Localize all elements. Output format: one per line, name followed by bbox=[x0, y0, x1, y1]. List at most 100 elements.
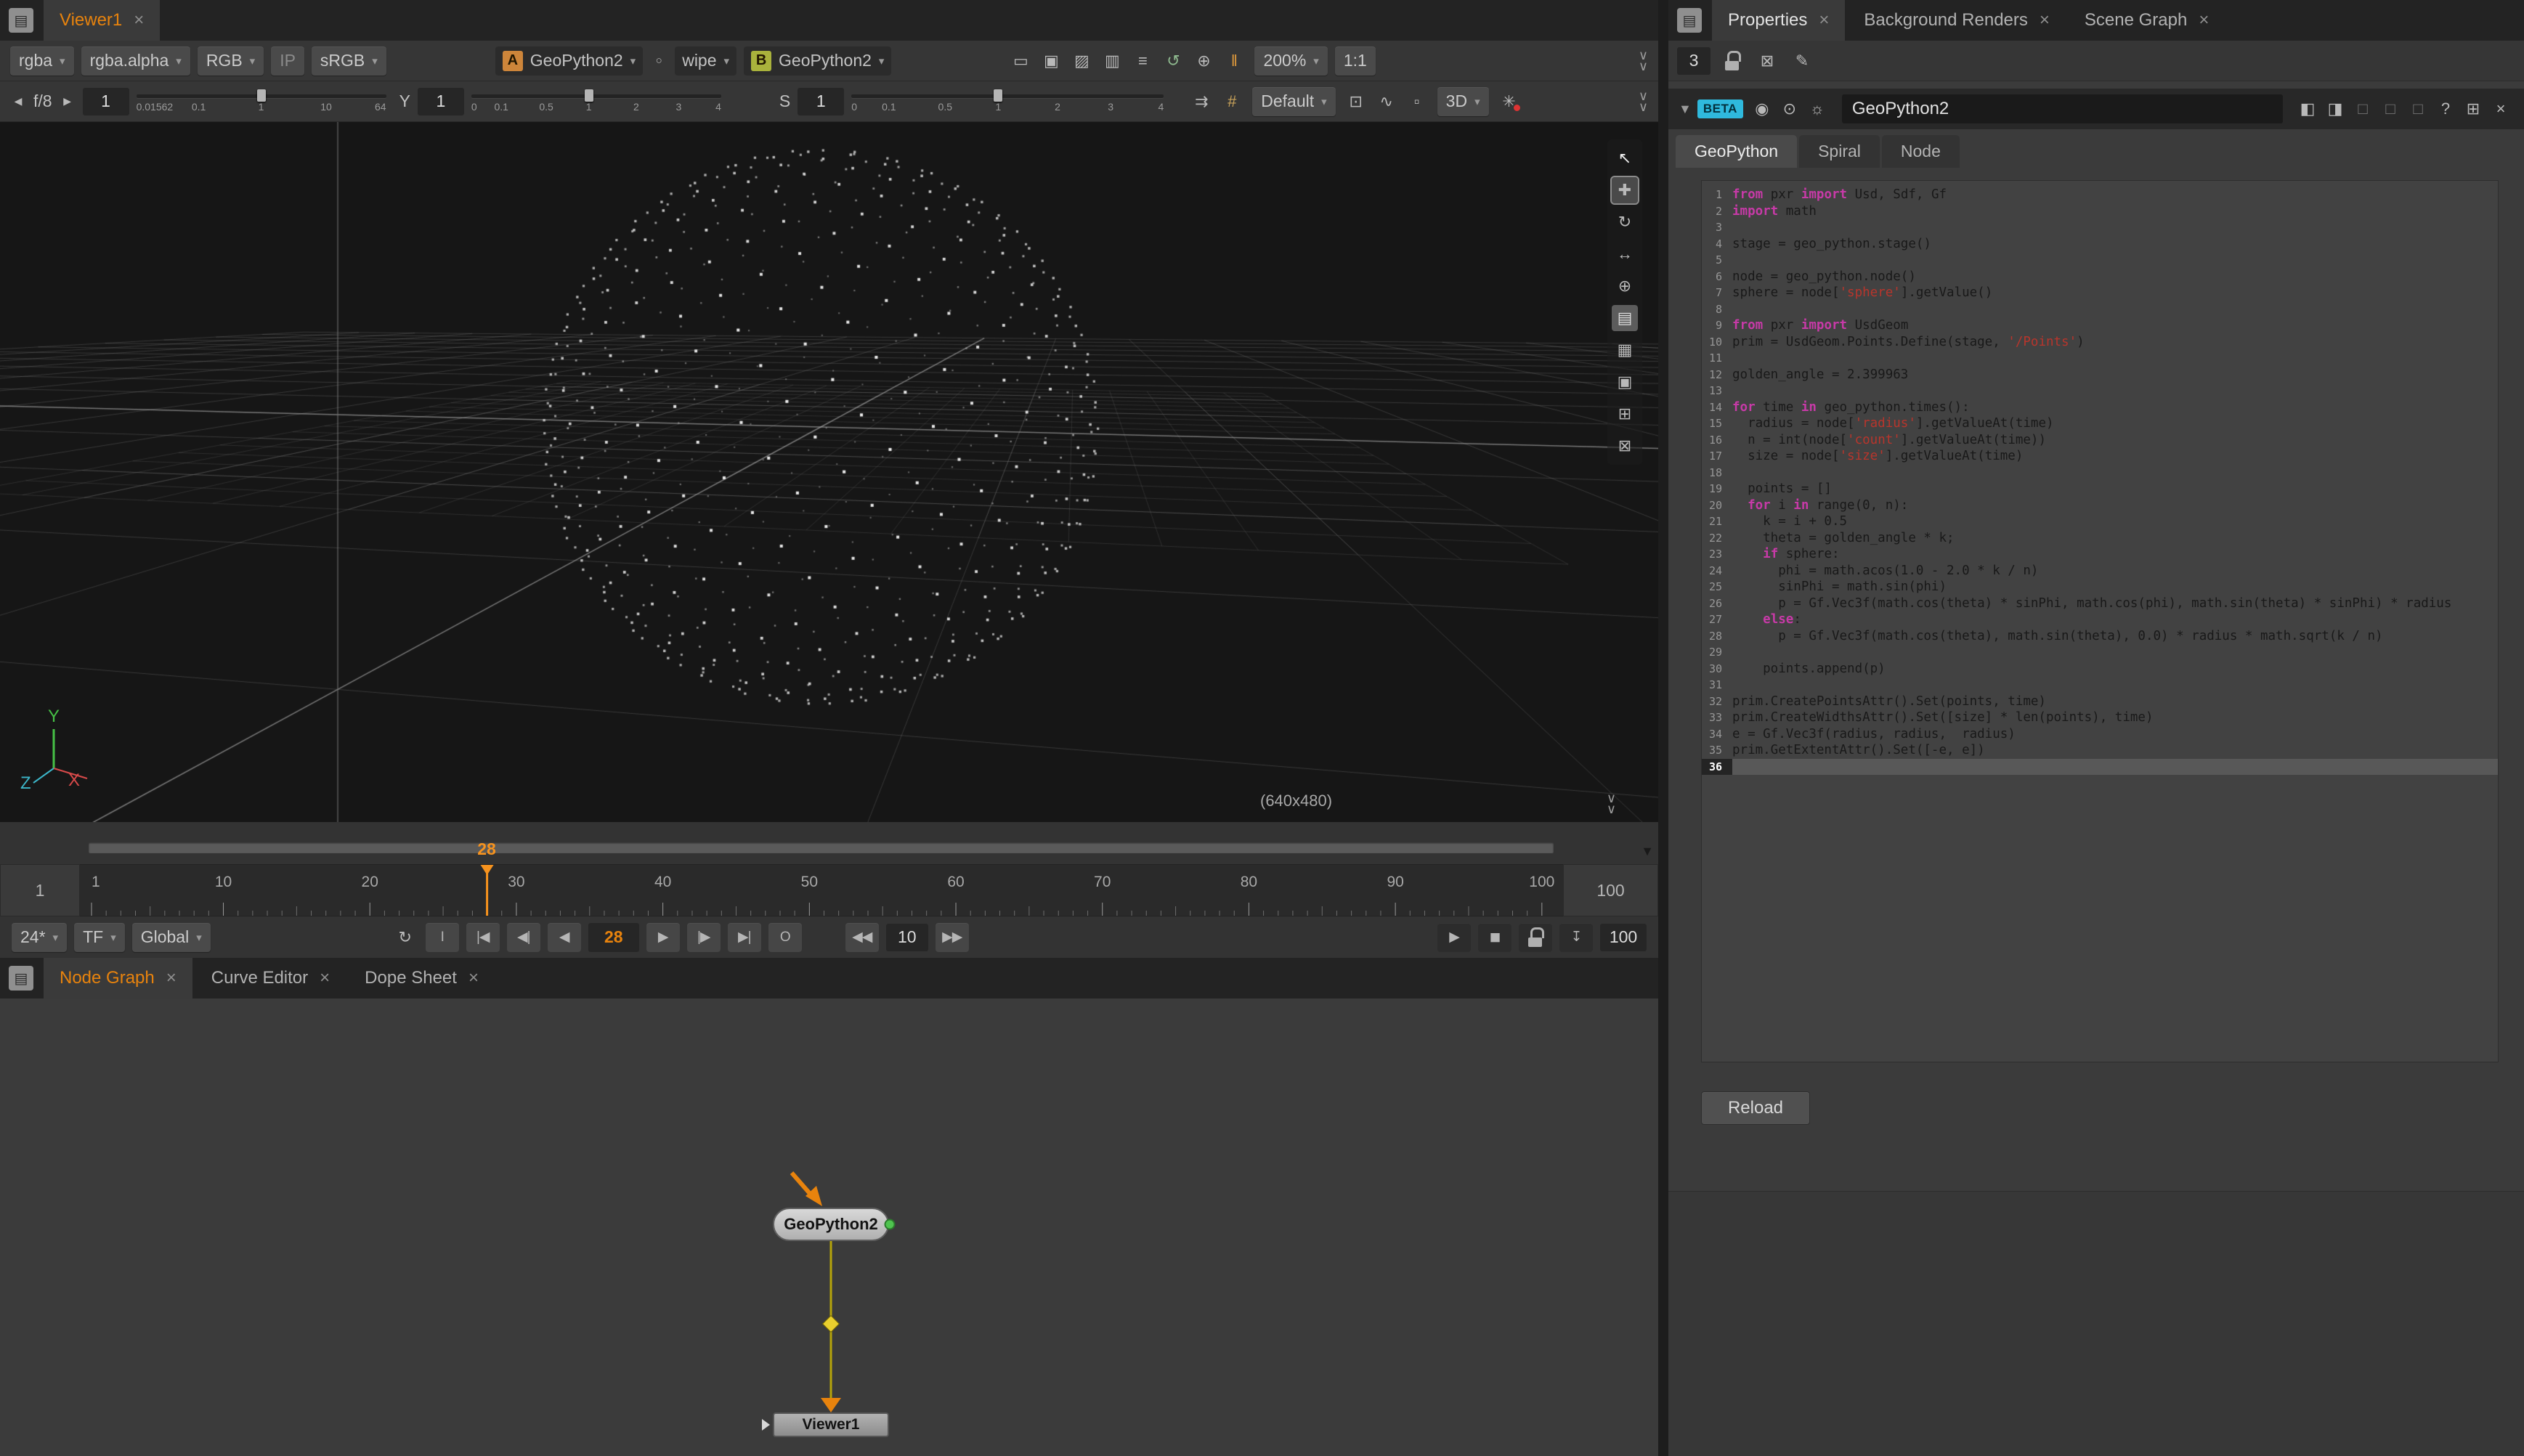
camera-icon[interactable]: ⊡ bbox=[1343, 89, 1369, 115]
save-range-button[interactable]: ↧ bbox=[1559, 923, 1593, 952]
curve-overlay-icon[interactable]: ∿ bbox=[1373, 89, 1400, 115]
viewer-lut-dropdown[interactable]: Default▾ bbox=[1252, 87, 1335, 116]
code-line[interactable]: 26 p = Gf.Vec3f(math.cos(theta) * sinPhi… bbox=[1702, 595, 2498, 612]
scanline-icon[interactable]: ≡ bbox=[1129, 48, 1156, 74]
frame-increment-field[interactable]: 10 bbox=[886, 924, 928, 951]
code-line[interactable]: 6node = geo_python.node() bbox=[1702, 269, 2498, 285]
viewer-collapse-button[interactable]: ∨∨ bbox=[1607, 793, 1616, 815]
node-name-field[interactable]: GeoPython2 bbox=[1842, 94, 2283, 123]
current-frame-field[interactable]: 28 bbox=[588, 923, 639, 952]
close-icon[interactable]: × bbox=[468, 968, 479, 988]
float-panel-icon[interactable]: ⊞ bbox=[2460, 96, 2486, 122]
link-a-icon[interactable]: ◧ bbox=[2294, 96, 2321, 122]
lock-range-button[interactable] bbox=[1519, 923, 1552, 952]
close-icon[interactable]: × bbox=[1819, 10, 1829, 30]
stereo-settings-icon[interactable]: ✳ bbox=[1496, 89, 1522, 115]
code-line[interactable]: 11 bbox=[1702, 350, 2498, 367]
timeline-ruler[interactable]: 1102030405060708090100 bbox=[80, 864, 1563, 916]
playback-loop-icon[interactable]: ↻ bbox=[392, 924, 418, 951]
reload-button[interactable]: Reload bbox=[1701, 1091, 1810, 1125]
center-node-icon[interactable]: ⊙ bbox=[1777, 96, 1803, 122]
play-backward-button[interactable]: ◀ bbox=[548, 923, 581, 952]
rotate-tool-icon[interactable]: ↻ bbox=[1612, 209, 1638, 235]
proxy-icon[interactable]: ▣ bbox=[1038, 48, 1064, 74]
gain-slider[interactable]: 0.015620.111064 bbox=[137, 86, 386, 118]
close-icon[interactable]: × bbox=[320, 968, 330, 988]
display-mode-icon[interactable]: ▤ bbox=[1612, 305, 1638, 331]
loop-mode-button[interactable]: O bbox=[768, 923, 802, 952]
code-line[interactable]: 15 radius = node['radius'].getValueAt(ti… bbox=[1702, 415, 2498, 432]
disclosure-triangle-icon[interactable]: ▼ bbox=[1679, 102, 1692, 117]
panel-menu-icon[interactable]: ▤ bbox=[9, 966, 33, 991]
code-line[interactable]: 18 bbox=[1702, 465, 2498, 481]
max-panels-field[interactable]: 3 bbox=[1677, 47, 1711, 75]
range-start-box[interactable]: 1 bbox=[0, 864, 80, 916]
clear-panels-icon[interactable]: ⊠ bbox=[1754, 48, 1780, 74]
viewer-3d-canvas[interactable] bbox=[0, 122, 1658, 822]
slider-handle[interactable] bbox=[585, 89, 593, 102]
panel-menu-icon[interactable]: ▤ bbox=[9, 8, 33, 33]
code-line[interactable]: 30 points.append(p) bbox=[1702, 661, 2498, 678]
input-process-toggle[interactable]: IP bbox=[271, 46, 304, 76]
jump-back-button[interactable]: ◀◀ bbox=[845, 923, 879, 952]
help-icon[interactable]: ? bbox=[2432, 96, 2459, 122]
wipe-mode-dropdown[interactable]: wipe▾ bbox=[675, 46, 736, 76]
timeline-playhead[interactable] bbox=[481, 865, 494, 916]
gamma-field[interactable]: 1 bbox=[418, 88, 464, 115]
code-line[interactable]: 13 bbox=[1702, 383, 2498, 399]
zoom-dropdown[interactable]: 200%▾ bbox=[1254, 46, 1327, 76]
code-line[interactable]: 1from pxr import Usd, Sdf, Gf bbox=[1702, 187, 2498, 203]
occlusion-mode-icon[interactable]: ⊠ bbox=[1612, 433, 1638, 459]
code-line[interactable]: 24 phi = math.acos(1.0 - 2.0 * k / n) bbox=[1702, 563, 2498, 579]
tab-viewer1[interactable]: Viewer1 × bbox=[44, 0, 160, 41]
goto-end-button[interactable]: ▶| bbox=[728, 923, 761, 952]
saturation-field[interactable]: 1 bbox=[798, 88, 844, 115]
roi-icon[interactable]: ⊕ bbox=[1190, 48, 1217, 74]
code-line[interactable]: 33prim.CreateWidthsAttr().Set([size] * l… bbox=[1702, 709, 2498, 726]
toolbar-collapse-button[interactable]: ∨∨ bbox=[1639, 91, 1648, 113]
code-line[interactable]: 4stage = geo_python.stage() bbox=[1702, 236, 2498, 253]
select-tool-icon[interactable]: ↖ bbox=[1612, 145, 1638, 171]
code-line[interactable]: 8 bbox=[1702, 301, 2498, 318]
toolbar-collapse-button[interactable]: ∨∨ bbox=[1639, 50, 1648, 72]
node-graph-canvas[interactable]: GeoPython2 Viewer1 bbox=[0, 999, 1658, 1456]
toggle-1-icon[interactable]: □ bbox=[2350, 96, 2376, 122]
code-line[interactable]: 23 if sphere: bbox=[1702, 546, 2498, 563]
gain-prev-icon[interactable]: ◀ bbox=[10, 89, 26, 115]
texture-mode-icon[interactable]: ⊞ bbox=[1612, 401, 1638, 427]
code-line[interactable]: 9from pxr import UsdGeom bbox=[1702, 317, 2498, 334]
wipe-center-icon[interactable]: ○ bbox=[650, 48, 667, 74]
code-line[interactable]: 16 n = int(node['count'].getValueAt(time… bbox=[1702, 432, 2498, 449]
slider-handle[interactable] bbox=[994, 89, 1002, 102]
viewer-3d-area[interactable]: (640x480) Y X Z ↖✚↻↔⊕▤▦▣⊞⊠ ∨∨ bbox=[0, 122, 1658, 822]
tab-background-renders[interactable]: Background Renders × bbox=[1848, 0, 2065, 41]
close-panel-icon[interactable]: × bbox=[2488, 96, 2514, 122]
code-line[interactable]: 25 sinPhi = math.sin(phi) bbox=[1702, 579, 2498, 595]
marquee-icon[interactable]: ▫ bbox=[1404, 89, 1430, 115]
prev-keyframe-button[interactable]: ◀| bbox=[507, 923, 540, 952]
dimension-dropdown[interactable]: 3D▾ bbox=[1437, 87, 1489, 116]
tab-node-graph[interactable]: Node Graph × bbox=[44, 958, 192, 999]
code-line[interactable]: 32prim.CreatePointsAttr().Set(points, ti… bbox=[1702, 694, 2498, 710]
code-line[interactable]: 22 theta = golden_angle * k; bbox=[1702, 530, 2498, 547]
edit-icon[interactable]: ✎ bbox=[1789, 48, 1815, 74]
tab-spiral[interactable]: Spiral bbox=[1799, 135, 1880, 168]
link-b-icon[interactable]: ◨ bbox=[2322, 96, 2348, 122]
gamma-slider[interactable]: 00.10.51234 bbox=[471, 86, 721, 118]
code-line[interactable]: 35prim.GetExtentAttr().Set([-e, e]) bbox=[1702, 742, 2498, 759]
tab-dope-sheet[interactable]: Dope Sheet × bbox=[349, 958, 495, 999]
pane-splitter[interactable] bbox=[1658, 0, 1668, 1456]
saturation-slider[interactable]: 00.10.51234 bbox=[851, 86, 1164, 118]
code-line[interactable]: 20 for i in range(0, n): bbox=[1702, 497, 2498, 514]
code-line[interactable]: 14for time in geo_python.times(): bbox=[1702, 399, 2498, 416]
channels-dropdown[interactable]: rgba▾ bbox=[10, 46, 74, 76]
guides-icon[interactable]: # bbox=[1219, 89, 1245, 115]
code-line[interactable]: 27 else: bbox=[1702, 611, 2498, 628]
range-menu-button[interactable]: ▼ bbox=[1641, 844, 1654, 859]
code-line[interactable]: 31 bbox=[1702, 677, 2498, 694]
code-line[interactable]: 21 k = i + 0.5 bbox=[1702, 513, 2498, 530]
code-line[interactable]: 12golden_angle = 2.399963 bbox=[1702, 367, 2498, 383]
color-swatch-icon[interactable]: ◉ bbox=[1749, 96, 1775, 122]
close-icon[interactable]: × bbox=[166, 968, 176, 988]
code-line[interactable]: 7sphere = node['sphere'].getValue() bbox=[1702, 285, 2498, 301]
